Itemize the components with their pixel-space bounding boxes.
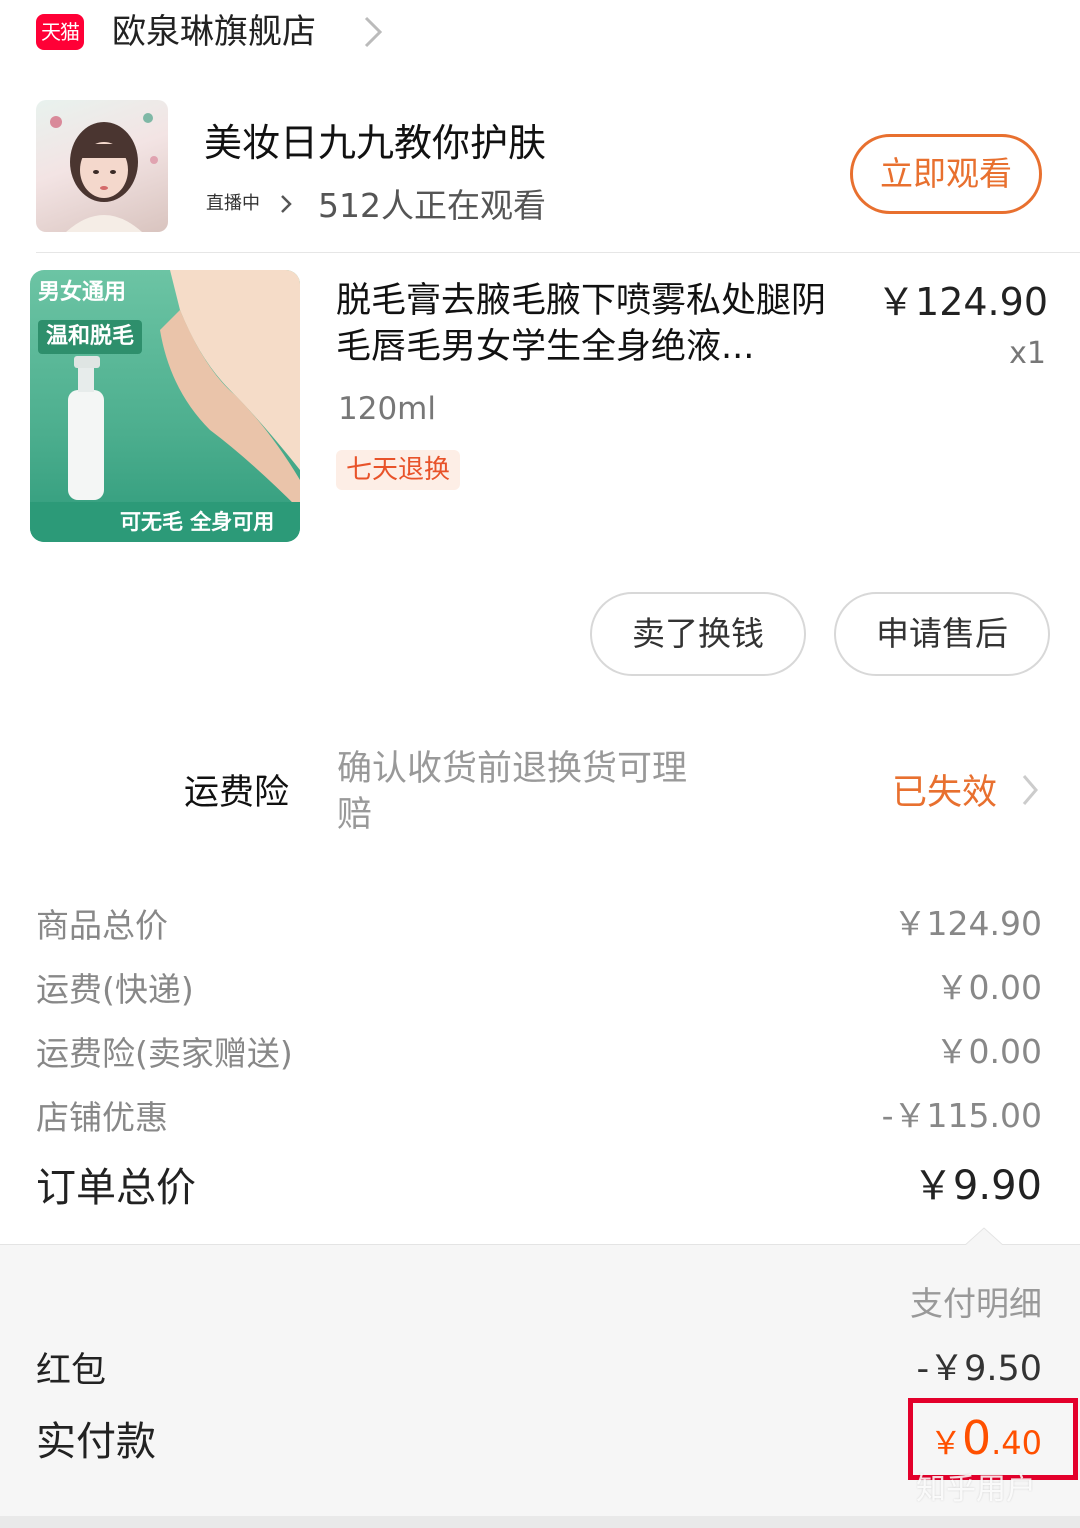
red-packet-label: 红包 xyxy=(36,1351,107,1391)
caret-up-icon xyxy=(964,1227,1004,1246)
bottom-bar xyxy=(0,1516,1080,1528)
return-policy-badge: 七天退换 xyxy=(336,450,461,490)
chevron-right-icon xyxy=(281,195,292,213)
watermark: 知乎用户 xyxy=(916,1472,1036,1507)
product-image-tag: 温和脱毛 xyxy=(38,320,143,354)
amount-paid-label: 实付款 xyxy=(36,1419,156,1465)
product-price: ￥124.90 xyxy=(877,280,1048,324)
insurance-status[interactable]: 已失效 xyxy=(892,770,997,816)
product-title[interactable]: 脱毛膏去腋毛腋下喷雾私处腿阴毛唇毛男女学生全身绝液... xyxy=(336,278,856,370)
product-quantity: x1 xyxy=(1009,336,1046,371)
order-total-label: 订单总价 xyxy=(36,1165,196,1211)
live-viewer-count: 512人正在观看 xyxy=(318,186,546,225)
product-image-caption: 可无毛 全身可用 xyxy=(120,510,275,534)
insurance-fee-value: ￥0.00 xyxy=(935,1032,1042,1071)
store-discount-value: -￥115.00 xyxy=(881,1096,1042,1135)
live-status: 直播中 xyxy=(206,193,260,214)
store-name[interactable]: 欧泉琳旗舰店 xyxy=(112,10,316,54)
red-packet-value: -￥9.50 xyxy=(916,1349,1042,1389)
shipping-value: ￥0.00 xyxy=(935,968,1042,1007)
product-spec: 120ml xyxy=(338,391,436,427)
chevron-right-icon[interactable] xyxy=(358,12,388,52)
aftersale-button[interactable]: 申请售后 xyxy=(834,592,1050,676)
subtotal-value: ￥124.90 xyxy=(893,904,1042,943)
product-image-tag: 男女通用 xyxy=(38,280,127,305)
streamer-photo xyxy=(50,113,158,232)
live-title[interactable]: 美妆日九九教你护肤 xyxy=(204,118,546,168)
subtotal-label: 商品总价 xyxy=(36,906,168,945)
watch-now-button[interactable]: 立即观看 xyxy=(850,134,1042,214)
product-image[interactable]: 男女通用 温和脱毛 可无毛 全身可用 xyxy=(30,270,300,542)
insurance-fee-label: 运费险(卖家赠送) xyxy=(36,1034,293,1073)
store-discount-label: 店铺优惠 xyxy=(36,1098,168,1137)
highlight-box xyxy=(908,1398,1078,1480)
tmall-logo: 天猫 xyxy=(36,14,84,50)
order-total-value: ￥9.90 xyxy=(912,1163,1042,1209)
shipping-label: 运费(快递) xyxy=(36,970,194,1009)
product-illustration xyxy=(30,270,300,542)
insurance-label: 运费险 xyxy=(184,773,290,813)
divider xyxy=(36,252,1080,253)
chevron-right-icon[interactable] xyxy=(1018,770,1042,810)
sell-button[interactable]: 卖了换钱 xyxy=(590,592,806,676)
insurance-description: 确认收货前退换货可理赔 xyxy=(337,749,688,835)
payment-detail-link[interactable]: 支付明细 xyxy=(910,1282,1042,1326)
live-avatar[interactable] xyxy=(36,100,168,232)
